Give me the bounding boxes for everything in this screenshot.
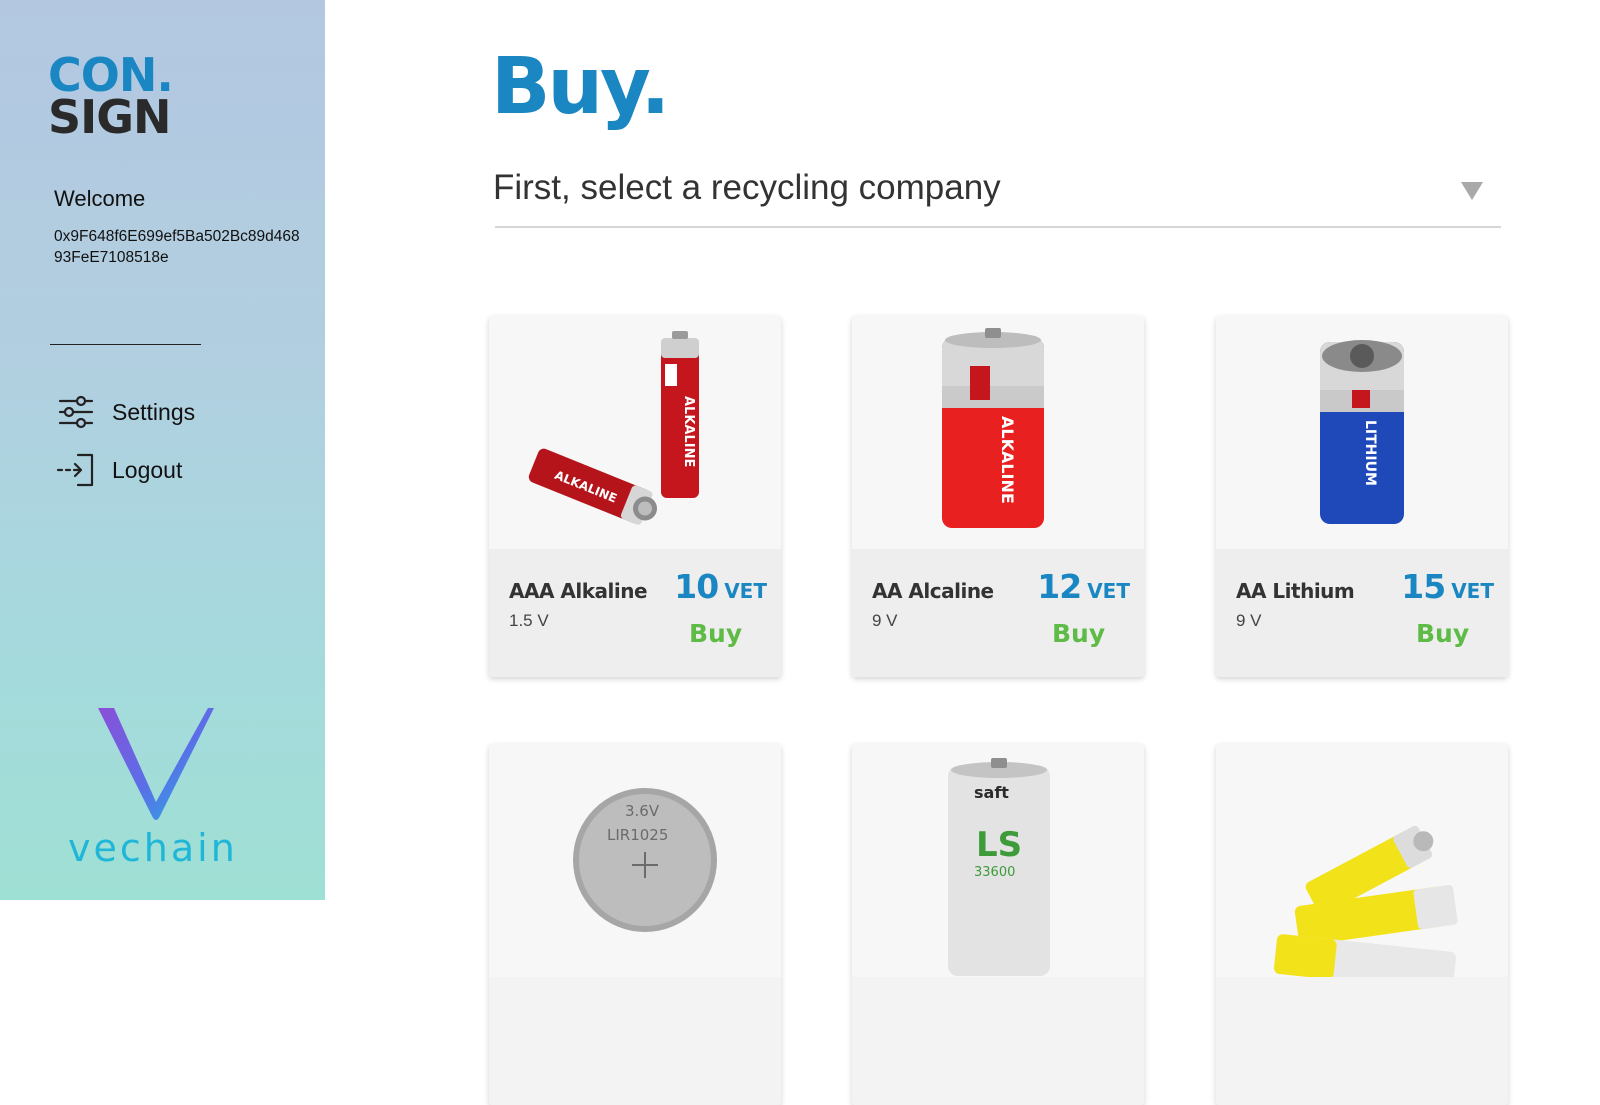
svg-text:ALKALINE: ALKALINE <box>681 396 696 467</box>
yellow-aa-batteries-icon <box>1216 744 1508 977</box>
select-placeholder: First, select a recycling company <box>493 168 1001 207</box>
aaa-alkaline-battery-icon: ALKALINE ALKALINE <box>489 316 781 549</box>
welcome-heading: Welcome <box>54 186 146 211</box>
saft-brand-label: saft <box>974 783 1009 802</box>
coin-label-model: LIR1025 <box>607 826 668 844</box>
product-card[interactable]: ALKALINE AA Alcaline 9 V 12 VET Buy <box>852 316 1144 677</box>
product-info: AA Lithium 9 V 15 VET Buy <box>1216 549 1508 677</box>
sidebar-divider <box>50 344 201 345</box>
price-currency: VET <box>1087 579 1130 603</box>
product-price: 15 VET <box>1401 567 1494 606</box>
product-voltage: 9 V <box>872 611 898 630</box>
wallet-address: 0x9F648f6E699ef5Ba502Bc89d46893FeE710851… <box>54 228 300 266</box>
sidebar-item-logout[interactable]: Logout <box>56 452 182 488</box>
product-card[interactable]: saft LS 33600 <box>852 744 1144 1105</box>
product-price: 10 VET <box>674 567 767 606</box>
sidebar: CON. SIGN Welcome 0x9F648f6E699ef5Ba502B… <box>0 0 325 900</box>
price-currency: VET <box>724 579 767 603</box>
sidebar-item-label: Settings <box>112 398 196 425</box>
price-value: 15 <box>1401 567 1446 606</box>
sidebar-item-settings[interactable]: Settings <box>56 394 195 430</box>
product-card[interactable]: LITHIUM AA Lithium 9 V 15 VET Buy <box>1216 316 1508 677</box>
product-card[interactable]: ALKALINE ALKALINE AAA Alkaline 1.5 V 10 V… <box>489 316 781 677</box>
product-name: AAA Alkaline <box>509 579 648 603</box>
product-voltage: 1.5 V <box>509 611 549 630</box>
coin-cell-battery-icon: 3.6V LIR1025 <box>489 744 781 977</box>
lithium-battery-icon: LITHIUM <box>1216 316 1508 549</box>
product-card[interactable]: 3.6V LIR1025 <box>489 744 781 1105</box>
saft-ls-battery-icon: saft LS 33600 <box>852 744 1144 977</box>
page-title: Buy. <box>491 42 670 132</box>
product-name: AA Lithium <box>1236 579 1355 603</box>
svg-text:LITHIUM: LITHIUM <box>1362 420 1378 486</box>
product-price: 12 VET <box>1037 567 1130 606</box>
product-info: AAA Alkaline 1.5 V 10 VET Buy <box>489 549 781 677</box>
dropdown-arrow-icon <box>1461 182 1483 200</box>
recycling-company-select[interactable]: First, select a recycling company <box>493 160 1501 228</box>
coin-label-voltage: 3.6V <box>625 802 660 820</box>
price-currency: VET <box>1451 579 1494 603</box>
d-alkaline-battery-icon: ALKALINE <box>852 316 1144 549</box>
product-card[interactable] <box>1216 744 1508 1105</box>
saft-model-label: LS <box>976 825 1022 865</box>
product-info: AA Alcaline 9 V 12 VET Buy <box>852 549 1144 677</box>
price-value: 12 <box>1037 567 1082 606</box>
vechain-wordmark: vechain <box>68 826 238 870</box>
buy-button[interactable]: Buy <box>1416 619 1469 648</box>
consign-logo[interactable]: CON. SIGN <box>48 52 174 144</box>
sidebar-item-label: Logout <box>112 456 183 483</box>
logout-icon <box>56 452 96 488</box>
product-voltage: 9 V <box>1236 611 1262 630</box>
main-content: Buy. First, select a recycling company A… <box>325 0 1600 1105</box>
product-name: AA Alcaline <box>872 579 994 603</box>
saft-number-label: 33600 <box>974 865 1015 880</box>
svg-text:ALKALINE: ALKALINE <box>998 416 1017 504</box>
sliders-icon <box>56 394 96 430</box>
price-value: 10 <box>674 567 719 606</box>
logo-text-sign: SIGN <box>48 90 171 144</box>
buy-button[interactable]: Buy <box>1052 619 1105 648</box>
buy-button[interactable]: Buy <box>689 619 742 648</box>
